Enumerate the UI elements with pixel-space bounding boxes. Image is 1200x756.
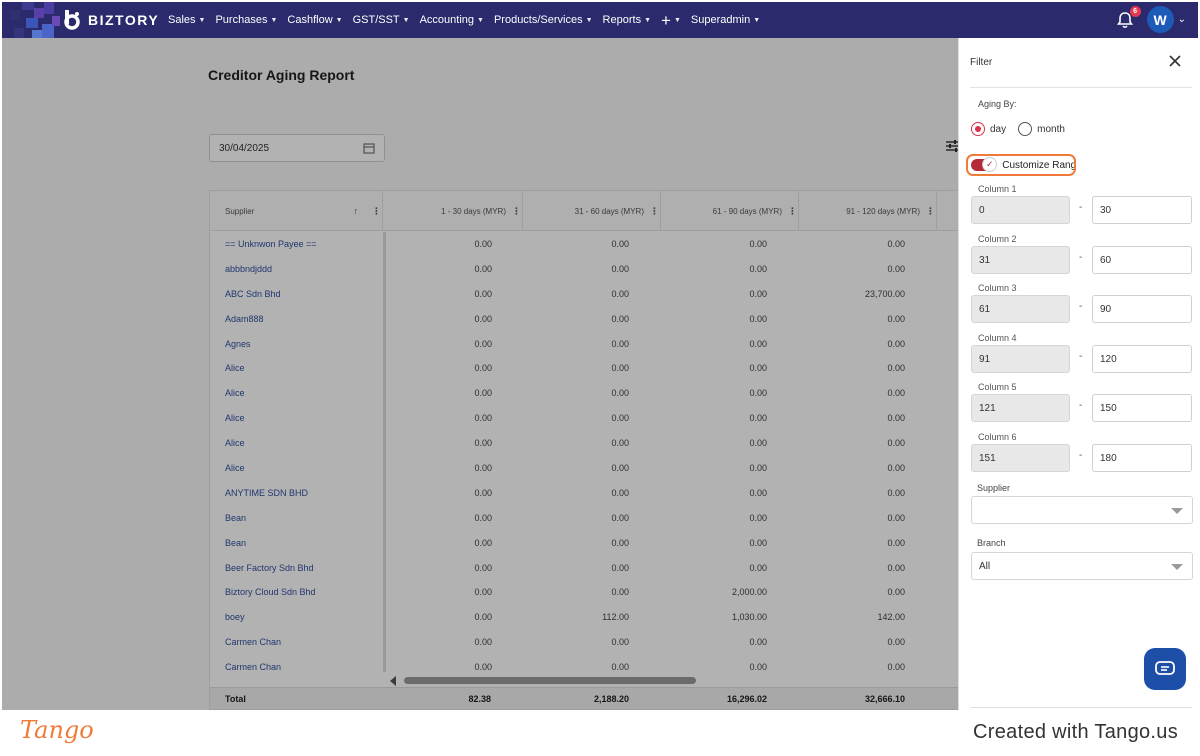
chevron-down-icon: ▼ bbox=[198, 16, 206, 24]
biztory-logo-icon bbox=[62, 9, 84, 31]
range-column-label: Column 2 bbox=[978, 233, 1017, 244]
plus-icon: + bbox=[661, 10, 671, 30]
chevron-down-icon: ▼ bbox=[270, 16, 278, 24]
menu-gst-sst[interactable]: GST/SST ▼ bbox=[353, 14, 410, 26]
range-from-input: 61 bbox=[971, 295, 1070, 323]
range-separator: - bbox=[1079, 350, 1083, 362]
notification-count-badge: 6 bbox=[1129, 5, 1141, 17]
chat-bubble-icon bbox=[1155, 661, 1175, 675]
customize-range-toggle-highlight[interactable]: ✓ Customize Range bbox=[966, 154, 1076, 176]
range-column-label: Column 3 bbox=[978, 283, 1017, 293]
divider bbox=[970, 87, 1192, 88]
range-to-input[interactable]: 150 bbox=[1092, 394, 1192, 422]
filter-panel-title: Filter bbox=[970, 57, 993, 68]
range-to-input[interactable]: 60 bbox=[1092, 245, 1192, 274]
menu-reports-label: Reports bbox=[602, 14, 642, 26]
chevron-down-icon: ▼ bbox=[585, 16, 593, 24]
supplier-select[interactable] bbox=[971, 496, 1193, 524]
radio-month-label[interactable]: month bbox=[1037, 124, 1065, 135]
chevron-down-icon: ▼ bbox=[335, 16, 343, 24]
range-column-label: Column 1 bbox=[978, 184, 1017, 194]
range-to-input[interactable]: 120 bbox=[1092, 344, 1192, 373]
menu-superadmin[interactable]: Superadmin ▼ bbox=[691, 14, 760, 26]
chevron-down-icon: ▼ bbox=[753, 16, 761, 24]
range-separator: - bbox=[1079, 251, 1083, 263]
check-icon: ✓ bbox=[982, 157, 998, 172]
menu-sales-label: Sales bbox=[168, 14, 196, 26]
branch-select-value: All bbox=[979, 561, 991, 572]
menu-cashflow-label: Cashflow bbox=[287, 14, 333, 26]
range-separator: - bbox=[1079, 400, 1083, 411]
nav-right-actions: 6 W ⌄ bbox=[1115, 5, 1186, 33]
brand-logo[interactable]: BIZTORY bbox=[62, 9, 159, 31]
branch-select[interactable]: All bbox=[971, 552, 1193, 580]
dropdown-caret-icon bbox=[1171, 564, 1183, 570]
menu-superadmin-label: Superadmin bbox=[690, 14, 751, 26]
menu-products-services[interactable]: Products/Services ▼ bbox=[494, 14, 593, 26]
app-window: BIZTORY Sales ▼ Purchases ▼ Cashflow ▼ GST/… bbox=[2, 2, 1198, 710]
aging-by-options: day month bbox=[971, 122, 1077, 136]
radio-day-label[interactable]: day bbox=[990, 124, 1006, 135]
chevron-down-icon: ▼ bbox=[644, 16, 652, 24]
menu-purchases-label: Purchases bbox=[215, 14, 268, 26]
menu-products-services-label: Products/Services bbox=[493, 14, 583, 26]
customize-range-label[interactable]: Customize Range bbox=[1002, 160, 1074, 171]
range-column-label: Column 4 bbox=[978, 332, 1017, 343]
branch-label: Branch bbox=[977, 538, 1006, 548]
menu-cashflow[interactable]: Cashflow ▼ bbox=[287, 14, 342, 26]
customize-range-toggle[interactable]: ✓ bbox=[971, 157, 998, 172]
range-to-input[interactable]: 180 bbox=[1092, 443, 1192, 472]
tango-credit-text: Created with Tango.us bbox=[973, 721, 1178, 743]
radio-day[interactable] bbox=[971, 122, 985, 136]
user-avatar[interactable]: W bbox=[1146, 6, 1174, 33]
filter-panel: Filter Aging By: day month ✓ Customize R… bbox=[958, 38, 1198, 710]
chevron-down-icon: ▼ bbox=[402, 16, 410, 24]
range-from-input: 121 bbox=[971, 394, 1070, 422]
menu-quick-add[interactable]: + ▼ bbox=[661, 12, 681, 29]
main-menu: Sales ▼ Purchases ▼ Cashflow ▼ GST/SST ▼ Acc… bbox=[168, 2, 770, 38]
range-from-input: 151 bbox=[971, 443, 1070, 472]
chevron-down-icon: ▼ bbox=[477, 16, 484, 24]
close-icon[interactable] bbox=[1168, 54, 1182, 68]
menu-reports[interactable]: Reports ▼ bbox=[603, 14, 651, 26]
range-separator: - bbox=[1079, 449, 1083, 461]
tango-logo: Tango bbox=[20, 716, 94, 744]
dropdown-caret-icon bbox=[1171, 508, 1183, 514]
chevron-down-icon: ▼ bbox=[673, 16, 681, 24]
aging-by-label: Aging By: bbox=[978, 99, 1017, 109]
chat-support-button[interactable] bbox=[1144, 648, 1186, 690]
radio-month[interactable] bbox=[1018, 122, 1033, 136]
menu-accounting-label: Accounting bbox=[419, 14, 475, 26]
range-from-input: 0 bbox=[971, 196, 1070, 224]
range-column-label: Column 5 bbox=[978, 382, 1017, 392]
range-to-input[interactable]: 90 bbox=[1092, 295, 1192, 323]
menu-gst-sst-label: GST/SST bbox=[352, 14, 400, 26]
brand-name: BIZTORY bbox=[88, 12, 160, 28]
range-separator: - bbox=[1079, 202, 1083, 213]
menu-purchases[interactable]: Purchases ▼ bbox=[215, 14, 277, 26]
top-navbar: BIZTORY Sales ▼ Purchases ▼ Cashflow ▼ GST/… bbox=[2, 2, 1198, 38]
chevron-down-icon[interactable]: ⌄ bbox=[1178, 14, 1186, 25]
modal-backdrop[interactable] bbox=[2, 38, 958, 710]
range-from-input: 31 bbox=[971, 245, 1070, 274]
menu-sales[interactable]: Sales ▼ bbox=[168, 14, 205, 26]
range-separator: - bbox=[1079, 301, 1083, 312]
notifications-button[interactable]: 6 bbox=[1115, 5, 1141, 30]
range-column-label: Column 6 bbox=[978, 431, 1017, 442]
range-from-input: 91 bbox=[971, 344, 1070, 373]
divider bbox=[970, 707, 1192, 708]
supplier-label: Supplier bbox=[977, 483, 1011, 493]
range-to-input[interactable]: 30 bbox=[1092, 196, 1192, 224]
menu-accounting[interactable]: Accounting ▼ bbox=[420, 14, 484, 26]
